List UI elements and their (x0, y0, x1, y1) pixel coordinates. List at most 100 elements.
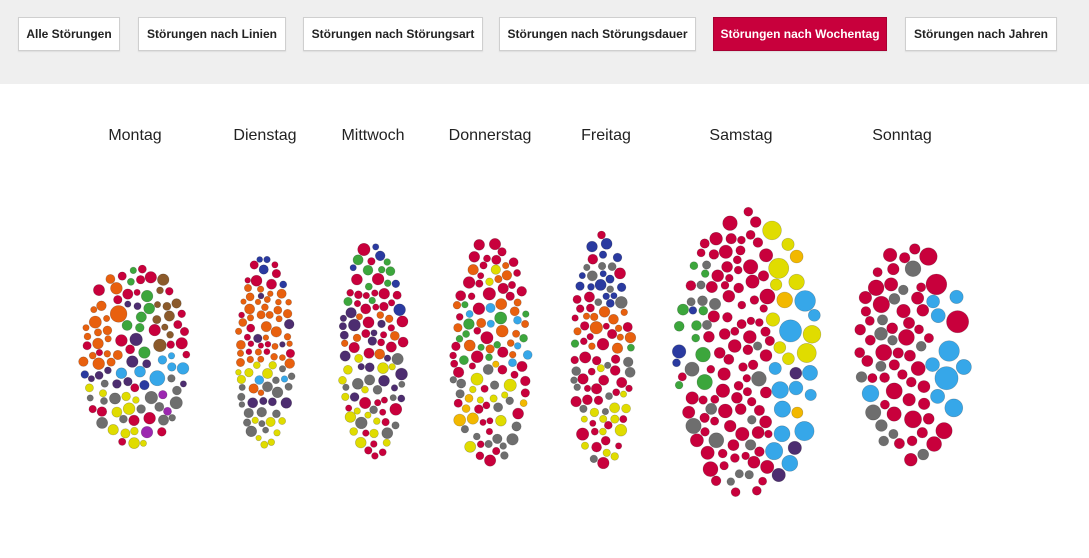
bubble[interactable] (605, 298, 615, 308)
bubble[interactable] (367, 336, 377, 346)
bubble[interactable] (879, 372, 890, 383)
bubble[interactable] (166, 340, 175, 349)
bubble[interactable] (612, 252, 623, 263)
bubble[interactable] (352, 254, 364, 266)
bubble[interactable] (495, 298, 508, 310)
bubble[interactable] (773, 425, 791, 443)
bubble[interactable] (688, 306, 698, 315)
bubble[interactable] (892, 347, 904, 359)
bubble[interactable] (513, 298, 522, 307)
bubble[interactable] (396, 315, 409, 328)
bubble[interactable] (609, 365, 621, 376)
bubble[interactable] (82, 341, 92, 351)
bubble[interactable] (355, 313, 363, 321)
bubble[interactable] (247, 340, 255, 348)
bubble[interactable] (754, 446, 765, 457)
bubble[interactable] (385, 341, 397, 353)
bubble[interactable] (764, 335, 775, 347)
bubble[interactable] (746, 397, 757, 407)
bubble[interactable] (467, 264, 479, 276)
bubble[interactable] (610, 292, 618, 300)
bubble[interactable] (513, 315, 522, 325)
bubble[interactable] (389, 394, 397, 402)
bubble[interactable] (244, 277, 251, 284)
bubble[interactable] (385, 266, 396, 277)
bubble[interactable] (497, 247, 507, 257)
bubble[interactable] (570, 355, 579, 365)
bubble[interactable] (121, 319, 133, 331)
bubble[interactable] (876, 314, 888, 326)
bubble[interactable] (738, 362, 748, 372)
bubble[interactable] (492, 360, 500, 368)
bubble[interactable] (807, 308, 821, 322)
bubble[interactable] (586, 333, 594, 341)
bubble[interactable] (878, 435, 890, 447)
bubble[interactable] (179, 326, 190, 337)
bubble[interactable] (572, 294, 582, 304)
bubble[interactable] (587, 283, 595, 291)
bubble[interactable] (727, 439, 740, 451)
bubble[interactable] (460, 425, 470, 434)
bubble[interactable] (610, 414, 620, 424)
bubble[interactable] (715, 383, 731, 398)
bubble[interactable] (773, 341, 787, 354)
bubble[interactable] (475, 451, 485, 461)
bubble[interactable] (616, 282, 627, 292)
bubble[interactable] (362, 429, 370, 437)
bubble[interactable] (100, 397, 108, 405)
bubble[interactable] (922, 412, 935, 425)
bubble[interactable] (262, 381, 273, 393)
bubble[interactable] (348, 342, 360, 354)
bubble[interactable] (121, 391, 131, 402)
bubble[interactable] (128, 414, 140, 427)
bubble[interactable] (723, 353, 735, 365)
bubble[interactable] (717, 403, 733, 419)
bubble[interactable] (578, 272, 586, 280)
bubble[interactable] (607, 262, 617, 271)
bubble[interactable] (132, 396, 140, 404)
bubble[interactable] (361, 385, 369, 394)
bubble[interactable] (485, 427, 494, 436)
bubble[interactable] (730, 326, 740, 336)
bubble[interactable] (732, 255, 742, 265)
bubble[interactable] (361, 329, 371, 339)
bubble[interactable] (144, 271, 157, 284)
bubble[interactable] (342, 383, 350, 391)
bubble[interactable] (697, 295, 708, 307)
bubble[interactable] (760, 459, 775, 474)
bubble[interactable] (718, 328, 731, 340)
bubble[interactable] (264, 340, 272, 348)
bubble[interactable] (135, 323, 145, 333)
bubble[interactable] (339, 350, 351, 362)
bubble[interactable] (267, 397, 277, 407)
bubble[interactable] (522, 310, 530, 318)
bubble[interactable] (742, 387, 753, 397)
bubble[interactable] (684, 361, 700, 377)
bubble[interactable] (599, 427, 607, 436)
bubble[interactable] (257, 285, 265, 293)
bubble[interactable] (139, 439, 147, 447)
bubble[interactable] (255, 434, 262, 442)
bubble[interactable] (473, 239, 485, 251)
bubble[interactable] (362, 264, 374, 276)
bubble[interactable] (256, 256, 264, 263)
bubble[interactable] (930, 388, 945, 404)
bubble[interactable] (730, 453, 740, 463)
bubble[interactable] (137, 264, 147, 274)
bubble[interactable] (700, 427, 710, 437)
bubble[interactable] (769, 278, 783, 291)
bubble[interactable] (490, 380, 500, 390)
bubble[interactable] (144, 391, 158, 405)
bubble[interactable] (93, 284, 105, 296)
bubble[interactable] (92, 357, 105, 370)
bubble[interactable] (464, 440, 477, 453)
bubble[interactable] (492, 433, 503, 444)
bubble[interactable] (364, 282, 373, 291)
bubble[interactable] (384, 279, 392, 287)
bubble[interactable] (726, 477, 735, 486)
bubble[interactable] (279, 280, 288, 289)
bubble[interactable] (148, 324, 161, 337)
bubble[interactable] (619, 390, 627, 398)
bubble[interactable] (455, 313, 464, 321)
bubble[interactable] (570, 376, 578, 384)
